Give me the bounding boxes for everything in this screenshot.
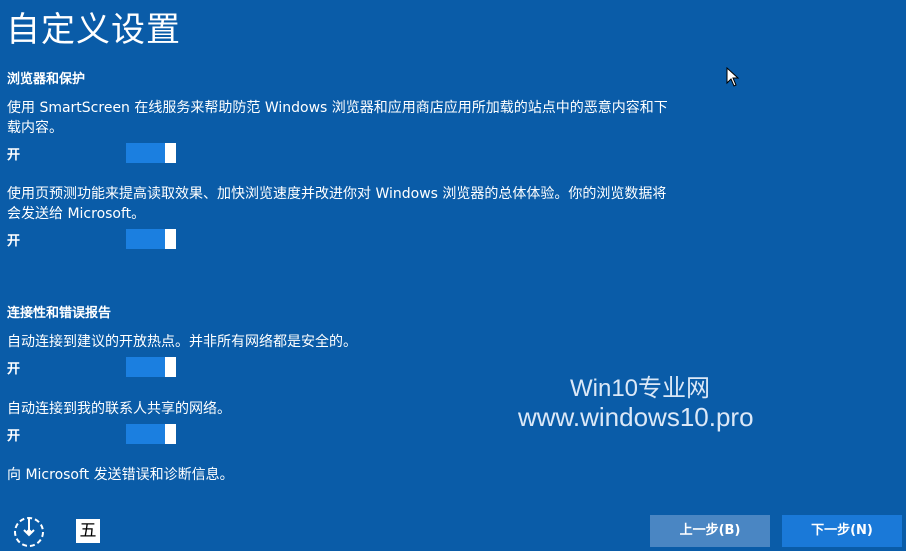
smartscreen-description: 使用 SmartScreen 在线服务来帮助防范 Windows 浏览器和应用商… — [7, 100, 668, 136]
section-heading-browser: 浏览器和保护 — [7, 72, 86, 87]
toggle-knob — [165, 229, 176, 249]
watermark-line2: www.windows10.pro — [518, 402, 754, 432]
page-title: 自定义设置 — [6, 10, 181, 50]
open-hotspots-toggle-state: 开 — [7, 362, 21, 377]
toggle-knob — [165, 357, 176, 377]
toggle-knob — [165, 143, 176, 163]
smartscreen-toggle-state: 开 — [7, 148, 21, 163]
watermark-line1: Win10专业网 — [570, 375, 711, 402]
open-hotspots-toggle-row: 开 — [7, 357, 187, 379]
smartscreen-toggle[interactable] — [126, 143, 176, 163]
next-button[interactable]: 下一步(N) — [782, 515, 902, 547]
mouse-pointer-icon — [726, 67, 740, 87]
contact-networks-toggle-state: 开 — [7, 429, 21, 444]
toggle-knob — [165, 424, 176, 444]
page-prediction-toggle-state: 开 — [7, 234, 21, 249]
page-prediction-toggle[interactable] — [126, 229, 176, 249]
contact-networks-toggle-row: 开 — [7, 424, 187, 446]
page-prediction-toggle-row: 开 — [7, 229, 187, 251]
previous-button[interactable]: 上一步(B) — [650, 515, 770, 547]
smartscreen-toggle-row: 开 — [7, 143, 187, 165]
open-hotspots-toggle[interactable] — [126, 357, 176, 377]
ime-icon[interactable]: 五 — [76, 519, 100, 543]
section-heading-connectivity: 连接性和错误报告 — [7, 306, 112, 321]
oobe-custom-settings-page: 自定义设置 浏览器和保护 使用 SmartScreen 在线服务来帮助防范 Wi… — [0, 0, 906, 551]
ime-icon-label: 五 — [79, 521, 97, 541]
open-hotspots-description: 自动连接到建议的开放热点。并非所有网络都是安全的。 — [7, 334, 357, 350]
error-report-description: 向 Microsoft 发送错误和诊断信息。 — [7, 467, 234, 483]
page-prediction-description: 使用页预测功能来提高读取效果、加快浏览速度并改进你对 Windows 浏览器的总… — [7, 186, 667, 222]
ease-of-access-icon[interactable] — [12, 515, 46, 549]
contact-networks-toggle[interactable] — [126, 424, 176, 444]
